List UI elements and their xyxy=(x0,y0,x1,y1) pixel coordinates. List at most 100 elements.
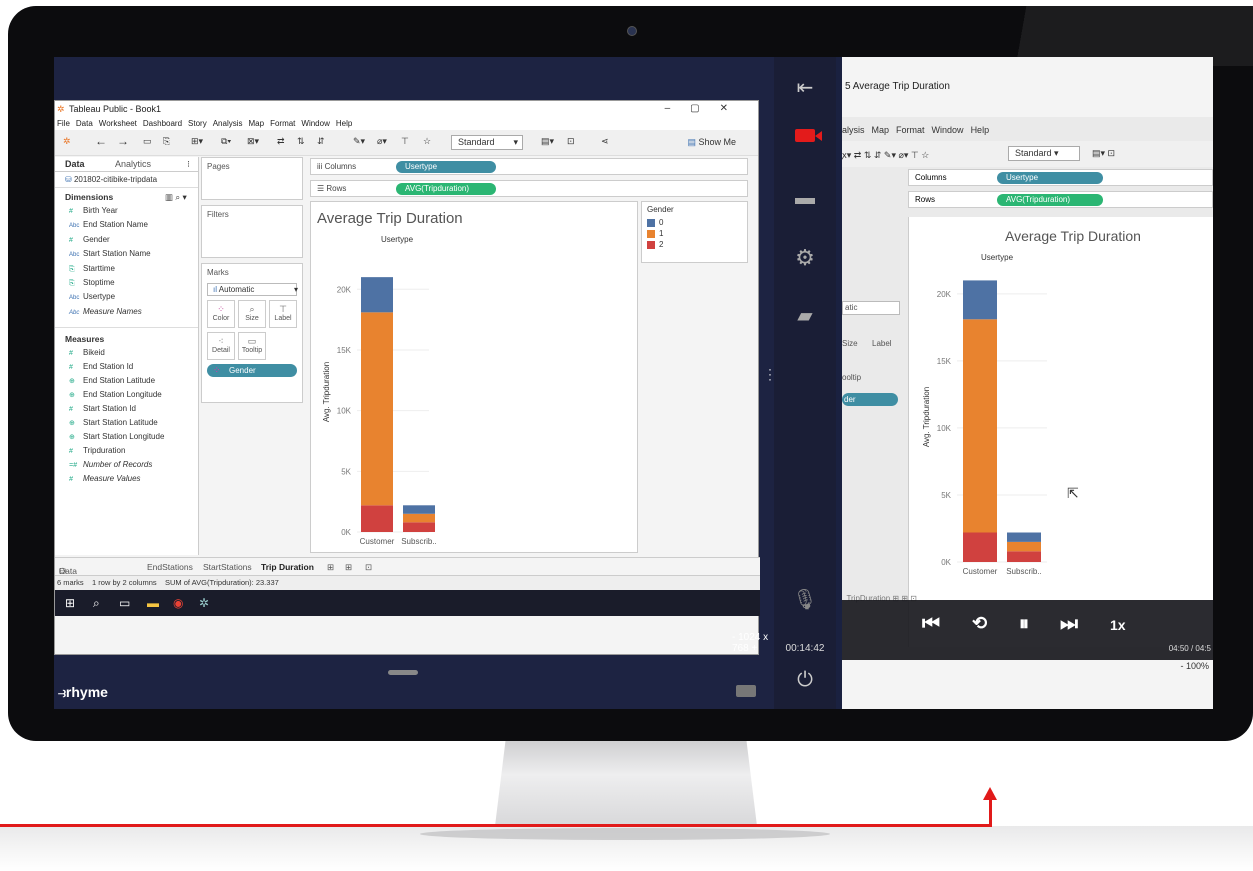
legend-item[interactable]: 0 xyxy=(642,217,747,228)
chart-area[interactable]: Average Trip Duration Usertype 0K 5K 10K 15… xyxy=(310,201,638,553)
measure-field[interactable]: ⊕ Start Station Longitude xyxy=(55,430,198,444)
toolbar[interactable]: ✲ ← → ▭ ⎘ ⊞▾ ⧉▾ ⊠▾ ⇄ ⇅ ⇵ ✎▾ ⌀▾ ⊤ ☆ Stand… xyxy=(55,130,758,156)
menu-item[interactable]: Dashboard xyxy=(143,119,182,128)
clear-icon[interactable]: ⊠▾ xyxy=(247,136,259,147)
folder-icon[interactable]: ▰ xyxy=(774,303,836,328)
columns-shelf[interactable]: iii Columns Usertype xyxy=(310,158,748,175)
dimension-field[interactable]: ⎘ Starttime xyxy=(55,262,198,276)
bar-segment-2[interactable] xyxy=(963,532,997,563)
bar-segment-2[interactable] xyxy=(403,522,435,532)
menu-item[interactable]: Analysis xyxy=(213,119,243,128)
window-controls[interactable]: –▢✕ xyxy=(665,101,748,117)
legend-item[interactable]: 1 xyxy=(642,228,747,239)
measure-field[interactable]: ⊕ End Station Latitude xyxy=(55,374,198,388)
legend-item[interactable]: 2 xyxy=(642,239,747,250)
drag-handle[interactable] xyxy=(388,670,418,675)
mark-type-dropdown[interactable]: ıl Automatic ▾ xyxy=(207,283,298,296)
new-data-icon[interactable]: ⎘ xyxy=(163,136,170,147)
collapse-menu-icon[interactable]: ⇤ xyxy=(774,75,836,100)
back-icon[interactable]: ← xyxy=(95,134,107,148)
bar-segment-1[interactable] xyxy=(1007,541,1041,552)
camera-icon[interactable] xyxy=(774,129,836,147)
dimension-field[interactable]: Abc Start Station Name xyxy=(55,247,198,262)
new-worksheet-icon[interactable]: ⊞ xyxy=(327,562,334,573)
sort-desc-icon[interactable]: ⇵ xyxy=(317,136,325,147)
presentation-icon[interactable]: ⊡ xyxy=(567,136,575,147)
dimension-field[interactable]: ⎘ Stoptime xyxy=(55,276,198,290)
measure-field[interactable]: =# Number of Records xyxy=(55,458,198,472)
tableau-window[interactable]: ✲ Tableau Public - Book1 –▢✕ File Data Wor… xyxy=(54,100,760,655)
menu-item[interactable]: Format xyxy=(270,119,295,128)
pause-icon[interactable]: ⏸ xyxy=(1019,613,1029,636)
measure-field[interactable]: # Start Station Id xyxy=(55,402,198,416)
pin-icon[interactable]: ☆ xyxy=(423,136,431,147)
tableau-app-icon[interactable]: ✲ xyxy=(199,596,209,610)
measure-field[interactable]: # Bikeid xyxy=(55,346,198,360)
mic-muted-icon[interactable]: 🎙 xyxy=(774,587,836,612)
highlight-icon[interactable]: ✎▾ xyxy=(353,136,365,147)
dimension-field[interactable]: # Birth Year xyxy=(55,204,198,218)
dimension-field[interactable]: Abc Usertype xyxy=(55,290,198,305)
gender-color-pill[interactable]: ⁘ Gender xyxy=(207,364,297,377)
menu-item[interactable]: Data xyxy=(76,119,93,128)
pages-card[interactable]: Pages xyxy=(201,157,303,200)
fit-dropdown[interactable]: Standard ▾ xyxy=(451,135,523,150)
panel-resize-handle[interactable]: · · · xyxy=(768,363,772,385)
tab-data[interactable]: Data xyxy=(65,159,85,169)
bar-segment-0[interactable] xyxy=(1007,532,1041,542)
remote-desktop[interactable]: ✲ Tableau Public - Book1 –▢✕ File Data Wor… xyxy=(54,57,774,709)
filters-card[interactable]: Filters xyxy=(201,205,303,258)
swap-icon[interactable]: ⇄ xyxy=(277,136,285,147)
color-button[interactable]: ⁘ Color xyxy=(207,300,235,328)
measure-field[interactable]: # End Station Id xyxy=(55,360,198,374)
measure-field[interactable]: # Tripduration xyxy=(55,444,198,458)
tab-trip-duration[interactable]: Trip Duration xyxy=(261,562,314,572)
menu-item[interactable]: Map xyxy=(249,119,265,128)
bar-segment-2[interactable] xyxy=(1007,551,1041,562)
bar-segment-0[interactable] xyxy=(963,280,997,320)
playback-speed-button[interactable]: 1x xyxy=(1110,617,1126,633)
dimension-field[interactable]: Abc End Station Name xyxy=(55,218,198,233)
tab-analytics[interactable]: Analytics xyxy=(115,159,151,169)
bar-segment-2[interactable] xyxy=(361,505,393,532)
settings-icon[interactable]: ⚙ xyxy=(774,245,836,271)
bar-segment-1[interactable] xyxy=(361,312,393,506)
rewind-15-icon[interactable]: ⟲ xyxy=(972,613,987,634)
share-icon[interactable]: ⋖ xyxy=(601,136,609,147)
menu-item[interactable]: Worksheet xyxy=(99,119,137,128)
menu-item[interactable]: Story xyxy=(188,119,207,128)
search-icon[interactable]: ▥ ⌕ ▾ xyxy=(165,192,187,203)
menu-bar[interactable]: File Data Worksheet Dashboard Story Analysis M… xyxy=(55,117,758,130)
file-explorer-icon[interactable]: ▬ xyxy=(147,596,159,610)
bar-segment-1[interactable] xyxy=(963,319,997,533)
measure-field[interactable]: ⊕ Start Station Latitude xyxy=(55,416,198,430)
rows-pill[interactable]: AVG(Tripduration) xyxy=(396,183,496,195)
size-button[interactable]: ⌕ Size xyxy=(238,300,266,328)
tooltip-button[interactable]: ▭ Tooltip xyxy=(238,332,266,360)
menu-item[interactable]: Help xyxy=(336,119,352,128)
task-view-icon[interactable]: ▭ xyxy=(119,596,130,610)
detail-button[interactable]: ⁖ Detail xyxy=(207,332,235,360)
power-icon[interactable]: ⏻ xyxy=(774,669,836,692)
skip-back-icon[interactable]: ⏮ xyxy=(922,613,940,636)
rows-shelf[interactable]: ☰ Rows AVG(Tripduration) xyxy=(310,180,748,197)
new-sheet-icon[interactable]: ⊞▾ xyxy=(191,136,203,147)
windows-start-icon[interactable]: ⊞ xyxy=(65,596,75,610)
save-icon[interactable]: ▭ xyxy=(143,136,152,147)
group-icon[interactable]: ⌀▾ xyxy=(377,136,387,147)
dimension-field[interactable]: # Gender xyxy=(55,233,198,247)
gender-legend[interactable]: Gender 0 1 2 xyxy=(641,201,748,263)
label-button[interactable]: ⊤ Label xyxy=(269,300,297,328)
bar-segment-1[interactable] xyxy=(403,513,435,523)
bar-segment-0[interactable] xyxy=(403,505,435,514)
pane-menu-icon[interactable]: ⁝ xyxy=(187,159,190,170)
show-me-button[interactable]: ▤ Show Me xyxy=(687,137,736,148)
sort-asc-icon[interactable]: ⇅ xyxy=(297,136,305,147)
tableau-star-icon[interactable]: ✲ xyxy=(63,136,71,147)
tab-endstations[interactable]: EndStations xyxy=(147,562,193,572)
cards-icon[interactable]: ▤▾ xyxy=(541,136,554,147)
measure-field[interactable]: # Measure Values xyxy=(55,472,198,486)
tab-startstations[interactable]: StartStations xyxy=(203,562,252,572)
forward-icon[interactable]: → xyxy=(117,134,129,148)
chrome-icon[interactable]: ◉ xyxy=(173,596,183,610)
